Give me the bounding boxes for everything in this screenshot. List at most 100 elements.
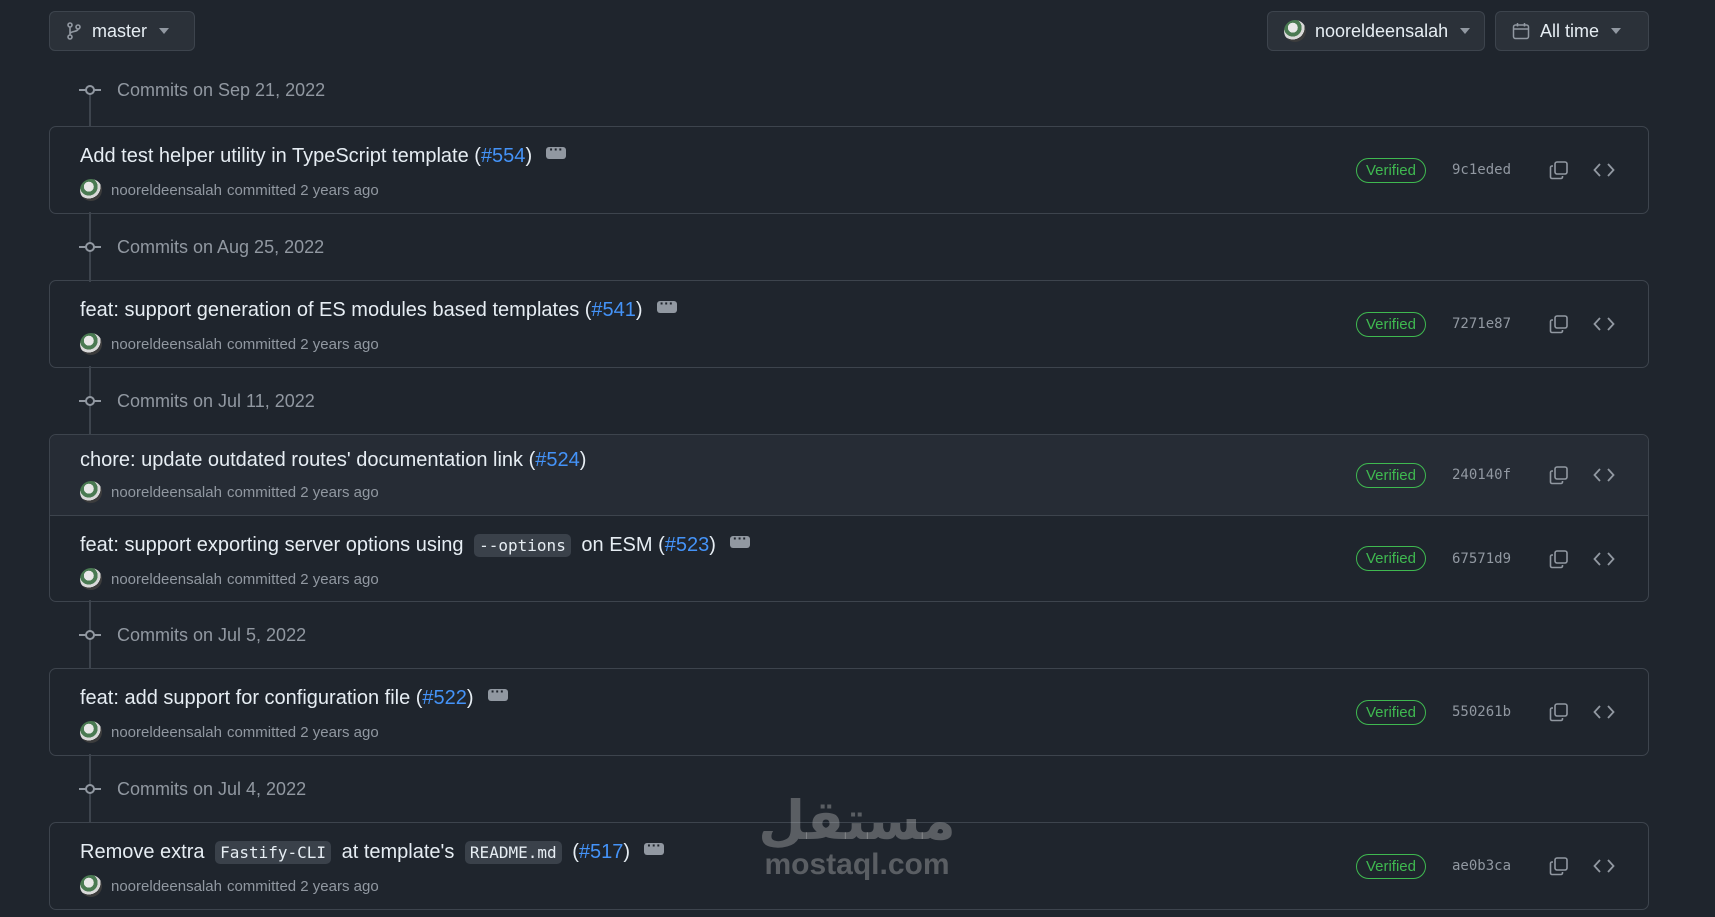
- commit-title-text[interactable]: chore: update outdated routes' documenta…: [80, 449, 535, 472]
- avatar[interactable]: [80, 481, 102, 503]
- code-icon: [1593, 859, 1615, 873]
- commit-title[interactable]: chore: update outdated routes' documenta…: [80, 449, 586, 472]
- commit-time: 2 years ago: [300, 723, 379, 741]
- commit-author-link[interactable]: nooreldeensalah: [111, 182, 222, 199]
- commit-group: Add test helper utility in TypeScript te…: [49, 126, 1649, 214]
- watermark-arabic: مستقل: [758, 791, 956, 851]
- commit-action: committed: [226, 723, 297, 741]
- time-filter-button[interactable]: All time: [1495, 11, 1649, 51]
- pull-request-link[interactable]: #517: [579, 841, 624, 864]
- expand-description-icon[interactable]: [546, 141, 567, 159]
- commit-action: committed: [226, 877, 297, 895]
- commit-title[interactable]: feat: add support for configuration file…: [80, 683, 508, 710]
- commit-meta: nooreldeensalah committed 2 years ago: [80, 333, 379, 355]
- verified-badge[interactable]: Verified: [1355, 157, 1426, 183]
- browse-repository-button[interactable]: [1590, 852, 1618, 880]
- commit-title-text: ): [466, 687, 474, 709]
- commit-date-label: Commits on Jul 5, 2022: [117, 624, 307, 645]
- verified-badge[interactable]: Verified: [1355, 462, 1426, 488]
- commit-title-text[interactable]: at template's: [342, 841, 455, 864]
- verified-badge[interactable]: Verified: [1355, 699, 1426, 725]
- git-commit-icon: [79, 83, 101, 97]
- commit-sha-link[interactable]: 9c1eded: [1452, 162, 1511, 178]
- commit-title[interactable]: Remove extra Fastify-CLI at template's R…: [80, 837, 665, 864]
- copy-sha-button[interactable]: [1545, 461, 1573, 489]
- commit-sha-link[interactable]: 550261b: [1452, 704, 1511, 720]
- commit-action: committed: [226, 483, 297, 501]
- commit-row: feat: add support for configuration file…: [50, 669, 1648, 755]
- commit-title[interactable]: feat: support generation of ES modules b…: [80, 295, 677, 322]
- commit-title[interactable]: feat: support exporting server options u…: [80, 530, 750, 557]
- copy-sha-button[interactable]: [1545, 852, 1573, 880]
- commit-date-label: Commits on Jul 4, 2022: [117, 778, 307, 799]
- branch-name: master: [92, 20, 148, 41]
- commit-title-text: ): [635, 299, 643, 321]
- browse-repository-button[interactable]: [1590, 156, 1618, 184]
- git-commit-icon: [79, 240, 101, 254]
- verified-badge[interactable]: Verified: [1355, 546, 1426, 571]
- browse-repository-button[interactable]: [1590, 310, 1618, 338]
- expand-description-icon[interactable]: [656, 295, 677, 313]
- commit-author-link[interactable]: nooreldeensalah: [111, 571, 222, 588]
- commit-time: 2 years ago: [300, 877, 379, 895]
- watermark: مستقل mostaql.com: [752, 794, 962, 882]
- pull-request-link[interactable]: #522: [422, 687, 467, 710]
- commit-sha-link[interactable]: 67571d9: [1452, 551, 1511, 567]
- browse-repository-button[interactable]: [1590, 545, 1618, 573]
- avatar[interactable]: [80, 721, 102, 743]
- copy-icon: [1549, 161, 1568, 180]
- commit-title-text[interactable]: feat: support exporting server options u…: [80, 534, 464, 557]
- commit-author-link[interactable]: nooreldeensalah: [111, 484, 222, 501]
- avatar[interactable]: [80, 875, 102, 897]
- copy-sha-button[interactable]: [1545, 156, 1573, 184]
- commit-sha-link[interactable]: ae0b3ca: [1452, 858, 1511, 874]
- avatar[interactable]: [80, 179, 102, 201]
- browse-repository-button[interactable]: [1590, 698, 1618, 726]
- copy-sha-button[interactable]: [1545, 545, 1573, 573]
- commit-row: feat: support generation of ES modules b…: [50, 281, 1648, 367]
- commit-title-text[interactable]: feat: support generation of ES modules b…: [80, 299, 591, 322]
- commit-action: committed: [226, 570, 297, 588]
- inline-code: README.md: [464, 841, 562, 864]
- commit-action: committed: [226, 181, 297, 199]
- time-filter-label: All time: [1540, 20, 1600, 41]
- commit-action: committed: [226, 335, 297, 353]
- commit-title-text: (: [572, 841, 579, 863]
- copy-sha-button[interactable]: [1545, 698, 1573, 726]
- toolbar: master nooreldeensalah All time: [49, 11, 1649, 51]
- commit-title-text[interactable]: Remove extra: [80, 841, 205, 864]
- expand-description-icon[interactable]: [644, 837, 665, 855]
- pull-request-link[interactable]: #524: [535, 449, 580, 472]
- avatar[interactable]: [80, 568, 102, 590]
- commit-title-text[interactable]: feat: add support for configuration file…: [80, 687, 422, 710]
- copy-icon: [1549, 466, 1568, 485]
- pull-request-link[interactable]: #523: [665, 534, 710, 557]
- commit-sha-link[interactable]: 240140f: [1452, 467, 1511, 483]
- commit-author-link[interactable]: nooreldeensalah: [111, 724, 222, 741]
- code-icon: [1593, 705, 1615, 719]
- commit-author-link[interactable]: nooreldeensalah: [111, 336, 222, 353]
- commit-group: feat: support generation of ES modules b…: [49, 280, 1649, 368]
- avatar[interactable]: [80, 333, 102, 355]
- author-filter-button[interactable]: nooreldeensalah: [1267, 11, 1485, 51]
- commit-title-text[interactable]: Add test helper utility in TypeScript te…: [80, 145, 481, 168]
- pull-request-link[interactable]: #554: [481, 145, 526, 168]
- verified-badge[interactable]: Verified: [1355, 311, 1426, 337]
- commit-time: 2 years ago: [300, 570, 379, 588]
- expand-description-icon[interactable]: [487, 683, 508, 701]
- browse-repository-button[interactable]: [1590, 461, 1618, 489]
- git-commit-icon: [79, 628, 101, 642]
- commit-row: Add test helper utility in TypeScript te…: [50, 127, 1648, 213]
- commit-meta: nooreldeensalah committed 2 years ago: [80, 481, 379, 503]
- commit-sha-link[interactable]: 7271e87: [1452, 316, 1511, 332]
- copy-sha-button[interactable]: [1545, 310, 1573, 338]
- verified-badge[interactable]: Verified: [1355, 853, 1426, 879]
- commit-date-header: Commits on Jul 4, 2022: [79, 775, 306, 803]
- commit-title[interactable]: Add test helper utility in TypeScript te…: [80, 141, 567, 168]
- inline-code: Fastify-CLI: [215, 841, 332, 864]
- commit-author-link[interactable]: nooreldeensalah: [111, 878, 222, 895]
- expand-description-icon[interactable]: [729, 530, 750, 548]
- pull-request-link[interactable]: #541: [591, 299, 636, 322]
- commit-title-text[interactable]: on ESM (: [581, 534, 664, 557]
- branch-selector-button[interactable]: master: [49, 11, 195, 51]
